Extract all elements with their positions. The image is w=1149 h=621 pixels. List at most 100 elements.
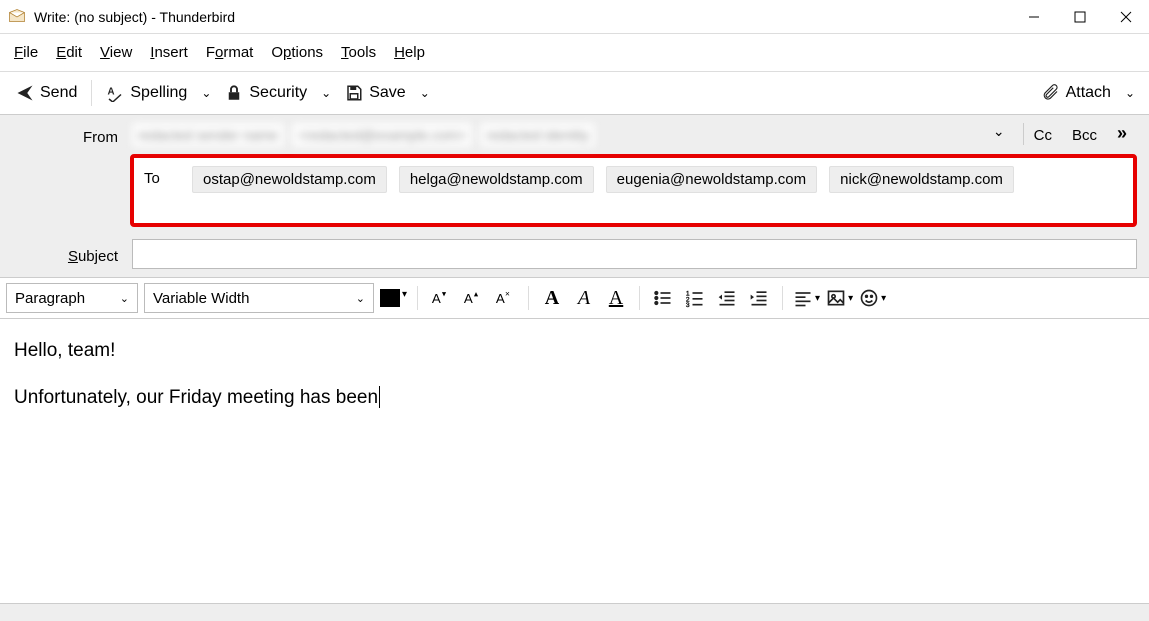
window-title: Write: (no subject) - Thunderbird	[34, 9, 1011, 25]
maximize-button[interactable]	[1057, 0, 1103, 34]
svg-text:A: A	[432, 291, 441, 306]
attach-button[interactable]: Attach	[1034, 80, 1119, 106]
security-dropdown[interactable]: ⌄	[315, 86, 337, 100]
bold-button[interactable]: A	[539, 285, 565, 311]
to-recipients[interactable]: ostap@newoldstamp.com helga@newoldstamp.…	[192, 166, 1014, 193]
text-color-button[interactable]: ▾	[380, 289, 407, 307]
svg-text:A: A	[464, 291, 473, 306]
text-cursor	[379, 386, 380, 408]
menu-options[interactable]: Options	[263, 40, 331, 65]
send-icon	[16, 84, 34, 102]
paperclip-icon	[1042, 84, 1060, 102]
svg-text:▾: ▾	[442, 288, 446, 298]
body-line: Unfortunately, our Friday meeting has be…	[14, 384, 1135, 413]
from-blur-email: <redacted@example.com>	[292, 123, 472, 147]
close-button[interactable]	[1103, 0, 1149, 34]
font-size-increase-button[interactable]: A▴	[460, 285, 486, 311]
recipient-pill[interactable]: nick@newoldstamp.com	[829, 166, 1014, 193]
insert-emoji-button[interactable]: ▾	[859, 288, 886, 308]
recipient-pill[interactable]: ostap@newoldstamp.com	[192, 166, 387, 193]
save-dropdown[interactable]: ⌄	[414, 86, 436, 100]
separator	[91, 80, 92, 106]
font-size-decrease-button[interactable]: A▾	[428, 285, 454, 311]
security-label: Security	[249, 84, 307, 102]
svg-text:▴: ▴	[474, 288, 478, 298]
spelling-button[interactable]: A Spelling	[98, 80, 195, 106]
spelling-icon: A	[106, 84, 124, 102]
bullet-list-button[interactable]	[650, 285, 676, 311]
from-blur-identity: redacted identity	[480, 123, 595, 147]
recipient-pill[interactable]: helga@newoldstamp.com	[399, 166, 594, 193]
status-bar	[0, 603, 1149, 621]
window-controls	[1011, 0, 1149, 34]
bcc-button[interactable]: Bcc	[1062, 123, 1107, 148]
remove-formatting-button[interactable]: A×	[492, 285, 518, 311]
attach-dropdown[interactable]: ⌄	[1119, 86, 1141, 100]
svg-text:A: A	[108, 87, 115, 98]
from-row: From redacted sender name <redacted@exam…	[0, 115, 1149, 148]
to-label: To	[144, 166, 178, 187]
spelling-dropdown[interactable]: ⌄	[195, 86, 217, 100]
numbered-list-button[interactable]: 123	[682, 285, 708, 311]
svg-text:×: ×	[505, 288, 510, 298]
menu-help[interactable]: Help	[386, 40, 433, 65]
from-label: From	[12, 123, 132, 146]
from-value[interactable]: redacted sender name <redacted@example.c…	[132, 123, 975, 147]
attach-label: Attach	[1066, 84, 1111, 102]
body-line: Hello, team!	[14, 337, 1135, 366]
menu-bar: File Edit View Insert Format Options Too…	[0, 34, 1149, 71]
message-headers: From redacted sender name <redacted@exam…	[0, 115, 1149, 278]
send-button[interactable]: Send	[8, 80, 85, 106]
menu-format[interactable]: Format	[198, 40, 262, 65]
subject-input[interactable]	[132, 239, 1137, 269]
chevron-down-icon: ▾	[848, 293, 853, 304]
format-toolbar: Paragraph ⌄ Variable Width ⌄ ▾ A▾ A▴ A× …	[0, 278, 1149, 319]
menu-file[interactable]: File	[6, 40, 46, 65]
save-icon	[345, 84, 363, 102]
separator	[528, 286, 529, 310]
chevron-down-icon: ⌄	[356, 292, 365, 305]
save-button[interactable]: Save	[337, 80, 413, 106]
security-button[interactable]: Security	[217, 80, 315, 106]
message-body[interactable]: Hello, team! Unfortunately, our Friday m…	[0, 319, 1149, 448]
outdent-button[interactable]	[714, 285, 740, 311]
menu-edit[interactable]: Edit	[48, 40, 90, 65]
more-recipients-button[interactable]: »	[1107, 123, 1137, 144]
menu-view[interactable]: View	[92, 40, 140, 65]
lock-icon	[225, 84, 243, 102]
save-label: Save	[369, 84, 405, 102]
alignment-button[interactable]: ▾	[793, 288, 820, 308]
svg-text:3: 3	[686, 302, 690, 308]
from-dropdown[interactable]: ⌄	[975, 123, 1023, 140]
indent-button[interactable]	[746, 285, 772, 311]
separator	[417, 286, 418, 310]
from-blur-name: redacted sender name	[132, 123, 284, 147]
italic-button[interactable]: A	[571, 285, 597, 311]
subject-label: Subject	[12, 244, 132, 265]
insert-image-button[interactable]: ▾	[826, 288, 853, 308]
menu-insert[interactable]: Insert	[142, 40, 196, 65]
font-family-value: Variable Width	[153, 290, 249, 307]
chevron-down-icon: ⌄	[120, 292, 129, 305]
font-family-select[interactable]: Variable Width ⌄	[144, 283, 374, 313]
spelling-label: Spelling	[130, 84, 187, 102]
chevron-down-icon: ▾	[402, 289, 407, 300]
chevron-down-icon: ▾	[881, 293, 886, 304]
minimize-button[interactable]	[1011, 0, 1057, 34]
app-icon	[8, 8, 26, 26]
menu-tools[interactable]: Tools	[333, 40, 384, 65]
main-toolbar: Send A Spelling ⌄ Security ⌄ Save ⌄ Atta…	[0, 71, 1149, 115]
underline-button[interactable]: A	[603, 285, 629, 311]
recipient-pill[interactable]: eugenia@newoldstamp.com	[606, 166, 818, 193]
send-label: Send	[40, 84, 77, 102]
separator	[639, 286, 640, 310]
chevron-down-icon: ▾	[815, 293, 820, 304]
color-swatch-icon	[380, 289, 400, 307]
to-field-highlight: To ostap@newoldstamp.com helga@newoldsta…	[130, 154, 1137, 227]
subject-row: Subject	[0, 227, 1149, 269]
separator	[782, 286, 783, 310]
paragraph-style-select[interactable]: Paragraph ⌄	[6, 283, 138, 313]
title-bar: Write: (no subject) - Thunderbird	[0, 0, 1149, 34]
cc-button[interactable]: Cc	[1024, 123, 1062, 148]
svg-text:A: A	[496, 291, 505, 306]
